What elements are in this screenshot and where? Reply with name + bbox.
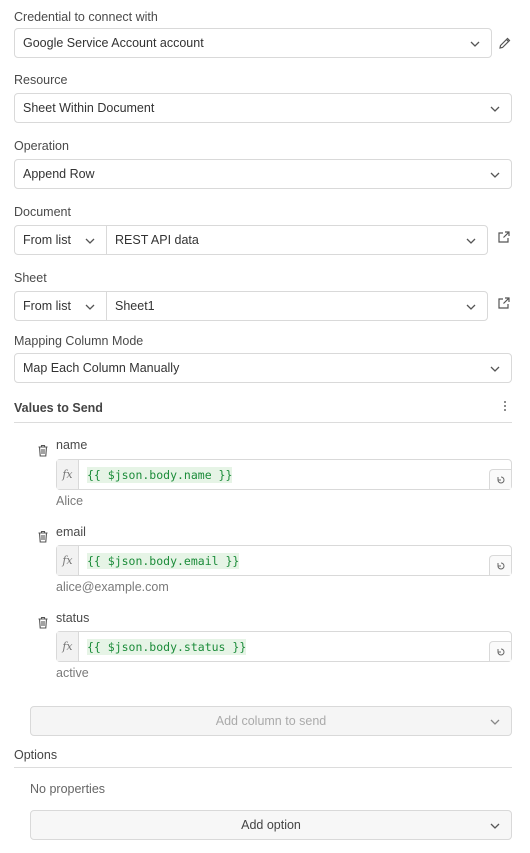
chevron-down-icon <box>490 366 500 372</box>
add-option-button[interactable]: Add option <box>30 810 512 840</box>
resource-value: Sheet Within Document <box>23 101 155 115</box>
document-mode-select[interactable]: From list <box>15 226 107 254</box>
chevron-down-icon <box>85 304 95 310</box>
sheet-value: Sheet1 <box>115 299 155 313</box>
document-select[interactable]: REST API data <box>107 226 487 254</box>
field-preview: alice@example.com <box>56 580 169 594</box>
chevron-down-icon <box>490 823 500 829</box>
field-name-label: status <box>56 611 90 625</box>
sheet-mode-value: From list <box>23 299 71 313</box>
add-column-select[interactable]: Add column to send <box>30 706 512 736</box>
no-properties-text: No properties <box>30 782 106 796</box>
credential-label: Credential to connect with <box>14 10 158 24</box>
more-vertical-icon[interactable] <box>501 399 509 413</box>
field-preview: Alice <box>56 494 84 508</box>
expand-icon[interactable] <box>489 555 511 575</box>
resource-label: Resource <box>14 73 68 87</box>
resource-select[interactable]: Sheet Within Document <box>14 93 512 123</box>
chevron-down-icon <box>490 172 500 178</box>
document-value: REST API data <box>115 233 199 247</box>
expression-text: {{ $json.body.email }} <box>87 552 240 569</box>
trash-icon[interactable] <box>37 616 49 629</box>
chevron-down-icon <box>466 304 476 310</box>
document-mode-value: From list <box>23 233 71 247</box>
values-section-title: Values to Send <box>14 401 103 415</box>
chevron-down-icon <box>490 106 500 112</box>
credential-value: Google Service Account account <box>23 36 204 50</box>
options-divider <box>14 767 512 768</box>
mapping-value: Map Each Column Manually <box>23 361 180 375</box>
chevron-down-icon <box>466 238 476 244</box>
chevron-down-icon <box>470 41 480 47</box>
external-link-icon[interactable] <box>497 296 511 310</box>
sheet-label: Sheet <box>14 271 47 285</box>
fx-icon: fx <box>57 632 79 661</box>
chevron-down-icon <box>490 719 500 725</box>
fx-icon: fx <box>57 460 79 489</box>
field-preview: active <box>56 666 89 680</box>
document-label: Document <box>14 205 71 219</box>
sheet-select[interactable]: Sheet1 <box>107 292 487 320</box>
sheet-locator: From list Sheet1 <box>14 291 488 321</box>
external-link-icon[interactable] <box>497 230 511 244</box>
field-name-label: name <box>56 438 88 452</box>
values-divider <box>14 422 512 423</box>
pencil-icon[interactable] <box>498 36 512 50</box>
operation-label: Operation <box>14 139 69 153</box>
field-name-label: email <box>56 525 86 539</box>
add-option-label: Add option <box>241 818 301 832</box>
expression-text: {{ $json.body.status }} <box>87 638 247 655</box>
expression-text: {{ $json.body.name }} <box>87 466 233 483</box>
fx-icon: fx <box>57 546 79 575</box>
expression-input[interactable]: fx {{ $json.body.status }} <box>56 631 512 662</box>
trash-icon[interactable] <box>37 444 49 457</box>
operation-value: Append Row <box>23 167 95 181</box>
expand-icon[interactable] <box>489 641 511 661</box>
mapping-label: Mapping Column Mode <box>14 334 144 348</box>
mapping-select[interactable]: Map Each Column Manually <box>14 353 512 383</box>
operation-select[interactable]: Append Row <box>14 159 512 189</box>
document-locator: From list REST API data <box>14 225 488 255</box>
credential-select[interactable]: Google Service Account account <box>14 28 492 58</box>
expand-icon[interactable] <box>489 469 511 489</box>
trash-icon[interactable] <box>37 530 49 543</box>
expression-input[interactable]: fx {{ $json.body.email }} <box>56 545 512 576</box>
chevron-down-icon <box>85 238 95 244</box>
sheet-mode-select[interactable]: From list <box>15 292 107 320</box>
options-title: Options <box>14 748 58 762</box>
expression-input[interactable]: fx {{ $json.body.name }} <box>56 459 512 490</box>
add-column-label: Add column to send <box>215 714 327 728</box>
